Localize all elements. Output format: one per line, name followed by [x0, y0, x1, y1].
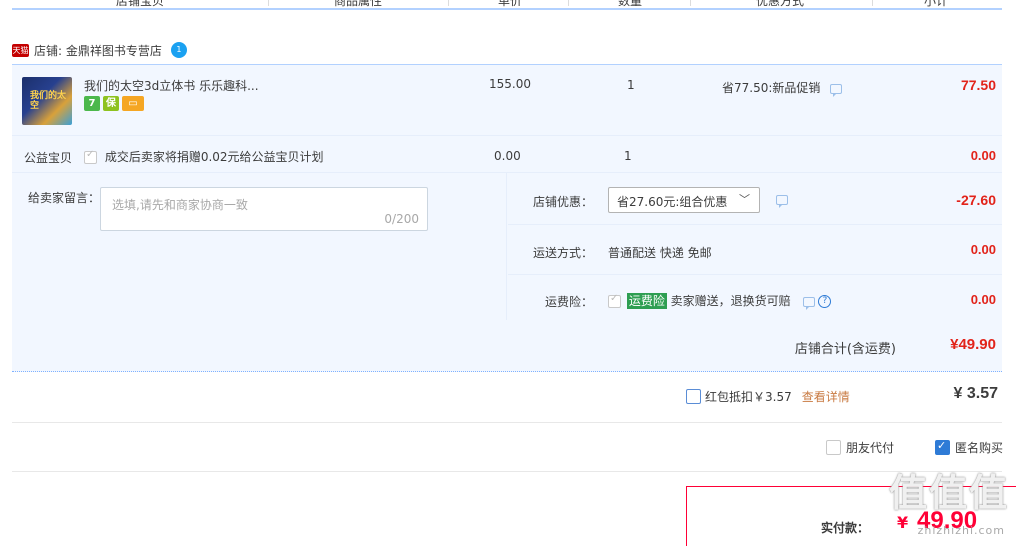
product-title[interactable]: 我们的太空3d立体书 乐乐趣科... — [84, 77, 259, 94]
insurance-checkbox — [608, 293, 621, 308]
shipping-value: 普通配送 快递 免邮 — [608, 246, 712, 260]
friend-pay-option: 朋友代付 — [826, 439, 894, 456]
shop-discount-row: 店铺优惠： 省27.60元:组合优惠 ﹀ -27.60 — [508, 173, 1002, 225]
discount-text: 省77.50:新品促销 — [722, 81, 821, 95]
insurance-amount: 0.00 — [970, 292, 996, 307]
order-options: 给卖家留言： 选填,请先和商家协商一致 0/200 店铺优惠： 省27.60元:… — [12, 172, 1002, 321]
red-packet-amount: ¥ 3.57 — [953, 385, 998, 402]
tmall-badge-icon: 天猫 — [12, 43, 29, 57]
col-divider — [448, 0, 449, 6]
col-divider — [568, 0, 569, 6]
col-unit-price: 单价 — [498, 0, 523, 8]
card-payment-icon[interactable]: ▭ — [122, 96, 144, 111]
shipping-label: 运送方式： — [533, 246, 594, 260]
comment-icon[interactable] — [776, 195, 788, 208]
divider — [12, 422, 1002, 423]
anonymous-label: 匿名购买 — [955, 441, 1004, 455]
shop-discount-amount: -27.60 — [956, 192, 996, 208]
help-icon[interactable]: ? — [818, 295, 832, 308]
friend-pay-label: 朋友代付 — [846, 441, 895, 455]
wangwang-chat-icon[interactable]: 1 — [170, 42, 187, 58]
guarantee-icon[interactable]: 保 — [103, 96, 119, 111]
charity-price: 0.00 — [494, 149, 521, 163]
col-divider — [872, 0, 873, 6]
message-label: 给卖家留言： — [28, 191, 101, 205]
message-counter: 0/200 — [384, 212, 419, 226]
col-divider — [690, 0, 691, 6]
charity-label: 公益宝贝 — [24, 151, 73, 165]
message-placeholder: 选填,请先和商家协商一致 — [112, 198, 248, 212]
item-subtotal: 77.50 — [960, 77, 996, 93]
charity-quantity: 1 — [624, 149, 632, 163]
service-icons: 7 保 ▭ — [84, 96, 144, 111]
watermark-logo: 值值值 — [888, 471, 1009, 515]
shop-name[interactable]: 店铺: 金鼎祥图书专营店 — [34, 42, 162, 59]
message-section: 给卖家留言： 选填,请先和商家协商一致 0/200 — [12, 173, 507, 321]
thumbnail-text: 我们的太空 — [30, 91, 67, 111]
shop-header: 天猫 店铺: 金鼎祥图书专营店 1 — [12, 41, 187, 59]
shipping-amount: 0.00 — [970, 242, 996, 257]
charity-text: 成交后卖家将捐赠0.02元给公益宝贝计划 — [104, 150, 324, 164]
table-header: 店铺宝贝 商品属性 单价 数量 优惠方式 小计 — [12, 0, 1002, 10]
shop-discount-label: 店铺优惠： — [533, 195, 594, 209]
red-packet-checkbox[interactable] — [686, 389, 701, 404]
insurance-option: 运费险 卖家赠送，退换货可赔 ? — [608, 292, 832, 310]
product-thumbnail[interactable]: 我们的太空 — [22, 77, 72, 125]
charity-option: 成交后卖家将捐赠0.02元给公益宝贝计划 — [84, 148, 324, 165]
discount-method: 省77.50:新品促销 — [722, 79, 843, 97]
insurance-label: 运费险： — [545, 295, 594, 309]
shop-total-amount: ¥49.90 — [950, 336, 996, 353]
shop-discount-select[interactable]: 省27.60元:组合优惠 ﹀ — [608, 187, 760, 213]
red-packet-option: 红包抵扣￥3.57 查看详情 — [686, 388, 850, 405]
col-shop-item: 店铺宝贝 — [116, 0, 165, 8]
charity-checkbox — [84, 149, 97, 164]
7-day-return-icon[interactable]: 7 — [84, 96, 100, 111]
unit-price: 155.00 — [489, 77, 531, 91]
col-discount: 优惠方式 — [756, 0, 805, 8]
insurance-row: 运费险： 运费险 卖家赠送，退换货可赔 ? 0.00 — [508, 275, 1002, 321]
comment-icon[interactable] — [802, 296, 815, 310]
anonymous-option: 匿名购买 — [935, 439, 1003, 456]
insurance-tag: 运费险 — [626, 293, 667, 309]
shop-discount-selected: 省27.60元:组合优惠 — [617, 195, 728, 209]
chevron-down-icon: ﹀ — [739, 193, 750, 206]
col-subtotal: 小计 — [924, 0, 949, 8]
charity-subtotal: 0.00 — [970, 148, 996, 163]
col-quantity: 数量 — [618, 0, 643, 8]
shipping-row: 运送方式： 普通配送 快递 免邮 0.00 — [508, 225, 1002, 275]
red-packet-label: 红包抵扣￥3.57 — [705, 390, 792, 404]
watermark-url: zhizhizhi.com — [917, 524, 1005, 537]
anonymous-checkbox[interactable] — [935, 439, 950, 455]
charity-row: 公益宝贝 成交后卖家将捐赠0.02元给公益宝贝计划 0.00 1 0.00 — [12, 135, 1002, 173]
insurance-text: 卖家赠送，退换货可赔 — [670, 294, 791, 308]
divider — [12, 471, 1002, 472]
order-item: 我们的太空 我们的太空3d立体书 乐乐趣科... 7 保 ▭ 155.00 1 … — [12, 64, 1002, 173]
col-divider — [268, 0, 269, 6]
item-quantity: 1 — [627, 78, 635, 92]
item-row: 我们的太空 我们的太空3d立体书 乐乐趣科... 7 保 ▭ 155.00 1 … — [12, 65, 1002, 135]
pay-label: 实付款： — [821, 521, 870, 535]
red-packet-details-link[interactable]: 查看详情 — [802, 388, 850, 405]
comment-icon[interactable] — [830, 83, 843, 97]
shop-total-label: 店铺合计(含运费) — [794, 342, 896, 357]
col-attributes: 商品属性 — [334, 0, 383, 8]
friend-pay-checkbox[interactable] — [826, 440, 841, 455]
seller-message-input[interactable]: 选填,请先和商家协商一致 0/200 — [100, 187, 428, 231]
shop-total-row: 店铺合计(含运费) ¥49.90 — [12, 320, 1002, 372]
